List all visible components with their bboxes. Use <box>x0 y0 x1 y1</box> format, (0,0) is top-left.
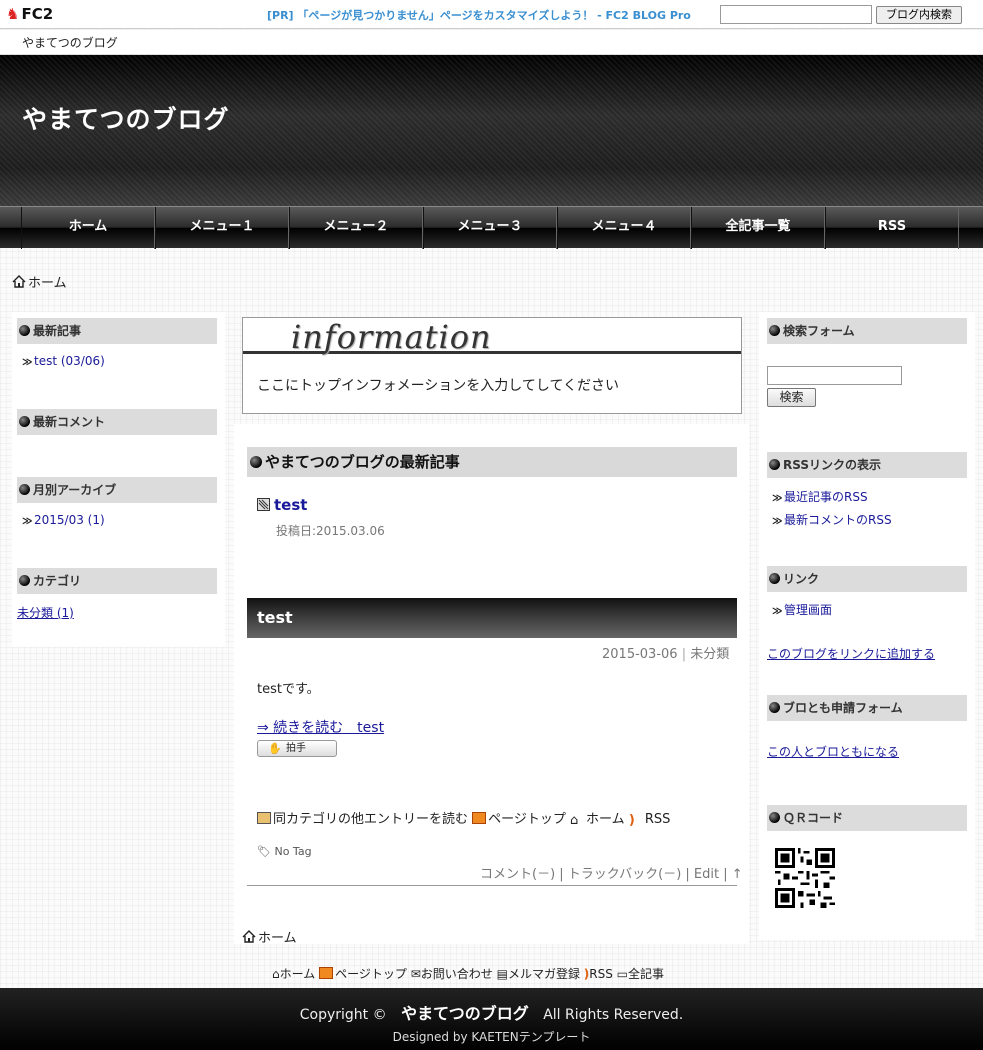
arrow-icon: ≫ <box>772 516 783 527</box>
read-more-link[interactable]: ⇒ 続きを読む test <box>257 717 384 737</box>
breadcrumb-bottom[interactable]: ホーム <box>242 927 297 946</box>
copyright: Copyright © やまてつのブログ All Rights Reserved… <box>299 1004 684 1023</box>
entry-meta-separator: | <box>681 647 687 662</box>
nav-item-menu4[interactable]: メニュー４ <box>557 207 691 249</box>
designed-by[interactable]: Designed by KAETENテンプレート <box>0 1028 983 1045</box>
latest-entry-item[interactable]: test <box>257 496 307 514</box>
page-top-link[interactable]: ページトップ <box>472 812 566 827</box>
entry-title[interactable]: test <box>247 598 737 638</box>
search-form-heading: 検索フォーム <box>767 318 967 344</box>
recent-comments-heading: 最新コメント <box>17 409 217 435</box>
breadcrumb[interactable]: ホーム <box>12 272 67 291</box>
copyright-blog-name[interactable]: やまてつのブログ <box>401 1004 529 1023</box>
category-item[interactable]: 未分類 (1) <box>17 604 74 621</box>
footer-rss-link[interactable]: )RSS <box>584 967 613 981</box>
entry-bottom-meta[interactable]: コメント(－) | トラックバック(－) | Edit | ↑ <box>480 863 743 882</box>
entry-body: testです。 <box>257 682 320 697</box>
footer-links: ⌂ホーム ページトップ ✉お問い合わせ ▤メルマガ登録 )RSS ▭全記事 <box>272 965 664 982</box>
footer-page-top-link[interactable]: ページトップ <box>319 967 407 981</box>
blog-search-button[interactable]: ブログ内検索 <box>876 6 962 24</box>
rss-link[interactable]: ) RSS <box>628 812 671 828</box>
entry-meta: 2015-03-06 | 未分類 <box>602 643 729 662</box>
latest-entry-link[interactable]: test <box>274 496 307 514</box>
entry-date: 2015-03-06 <box>602 647 678 662</box>
qr-code-heading: ＱＲコード <box>767 805 967 831</box>
home-link[interactable]: ⌂ ホーム <box>570 812 625 828</box>
tag-area: 🏷 No Tag <box>257 845 312 858</box>
add-link-link[interactable]: このブログをリンクに追加する <box>767 645 935 662</box>
admin-link[interactable]: ≫ 管理画面 <box>772 601 832 618</box>
home-icon <box>242 930 256 943</box>
page-top-icon <box>472 812 487 824</box>
document-icon <box>257 498 270 511</box>
fc2-fox-icon: ♞ <box>6 5 20 23</box>
entry-tools: 同カテゴリの他エントリーを読む ページトップ ⌂ ホーム ) RSS <box>257 808 671 828</box>
blog-name-link[interactable]: やまてつのブログ <box>22 34 118 51</box>
latest-entries-heading: やまてつのブログの最新記事 <box>247 447 737 477</box>
nav-item-menu3[interactable]: メニュー３ <box>423 207 557 249</box>
global-nav: ホーム メニュー１ メニュー２ メニュー３ メニュー４ 全記事一覧 RSS <box>0 206 983 249</box>
arrow-icon: ≫ <box>772 606 783 617</box>
blotomo-heading: ブロとも申請フォーム <box>767 695 967 721</box>
information-title: information <box>291 318 492 356</box>
rss-icon: ) <box>628 813 635 828</box>
nav-item-home[interactable]: ホーム <box>21 207 155 249</box>
fc2-toolbar: ♞ FC2 [PR] 「ページが見つかりません」ページをカスタマイズしよう！ - … <box>0 0 983 29</box>
sidebar-search-input[interactable] <box>767 366 902 385</box>
tag-icon: 🏷 <box>257 845 271 858</box>
site-footer: Copyright © やまてつのブログ All Rights Reserved… <box>0 988 983 1050</box>
blog-search-input[interactable] <box>720 5 872 24</box>
nav-item-menu2[interactable]: メニュー２ <box>289 207 423 249</box>
information-text: ここにトップインフォメーションを入力してしてください <box>257 378 620 394</box>
mailmag-icon: ▤ <box>496 967 508 981</box>
rss-recent-entries-link[interactable]: ≫ 最近記事のRSS <box>772 488 868 505</box>
nav-item-all-entries[interactable]: 全記事一覧 <box>691 207 825 249</box>
footer-mailmag-link[interactable]: ▤メルマガ登録 <box>497 967 580 981</box>
mail-icon: ✉ <box>410 967 421 981</box>
sidebar-search-button[interactable]: 検索 <box>767 388 816 407</box>
nav-item-menu1[interactable]: メニュー１ <box>155 207 289 249</box>
folder-icon <box>257 812 271 824</box>
arrow-icon: ≫ <box>22 516 33 527</box>
clap-button[interactable]: ✋ 拍手 <box>257 740 337 757</box>
arrow-icon: ≫ <box>772 493 783 504</box>
clap-hands-icon: ✋ <box>268 742 282 755</box>
rss-links-heading: RSSリンクの表示 <box>767 452 967 478</box>
home-icon: ⌂ <box>272 967 280 981</box>
footer-home-link[interactable]: ⌂ホーム <box>272 967 315 981</box>
fc2-logo[interactable]: ♞ FC2 <box>6 5 53 23</box>
become-friend-link[interactable]: この人とブロともになる <box>767 743 899 760</box>
information-header: information <box>243 318 741 356</box>
archive-item[interactable]: ≫ 2015/03 (1) <box>22 513 105 527</box>
document-icon: ▭ <box>616 967 629 981</box>
footer-all-entries-link[interactable]: ▭全記事 <box>617 967 664 981</box>
home-icon <box>12 275 26 288</box>
latest-entry-date: 投稿日:2015.03.06 <box>276 524 385 538</box>
recent-entries-heading: 最新記事 <box>17 318 217 344</box>
home-icon: ⌂ <box>570 813 579 828</box>
archive-heading: 月別アーカイブ <box>17 477 217 503</box>
entry-divider <box>247 885 737 886</box>
top-information-box: information ここにトップインフォメーションを入力してしてください <box>242 317 742 414</box>
rss-recent-comments-link[interactable]: ≫ 最新コメントのRSS <box>772 511 892 528</box>
entry-category-link[interactable]: 未分類 <box>690 647 729 662</box>
blog-name-bar: やまてつのブログ <box>0 30 983 55</box>
site-header: やまてつのブログ <box>0 55 983 206</box>
footer-contact-link[interactable]: ✉お問い合わせ <box>411 967 493 981</box>
links-heading: リンク <box>767 566 967 592</box>
same-category-link[interactable]: 同カテゴリの他エントリーを読む <box>257 812 468 827</box>
site-title[interactable]: やまてつのブログ <box>22 100 230 136</box>
arrow-icon: ≫ <box>22 357 33 368</box>
pr-link[interactable]: [PR] 「ページが見つかりません」ページをカスタマイズしよう！ - FC2 B… <box>267 7 691 23</box>
qr-code-image <box>775 848 835 908</box>
recent-entry-item[interactable]: ≫ test (03/06) <box>22 354 105 368</box>
page-top-icon <box>319 967 334 979</box>
nav-item-rss[interactable]: RSS <box>825 207 959 249</box>
category-heading: カテゴリ <box>17 568 217 594</box>
